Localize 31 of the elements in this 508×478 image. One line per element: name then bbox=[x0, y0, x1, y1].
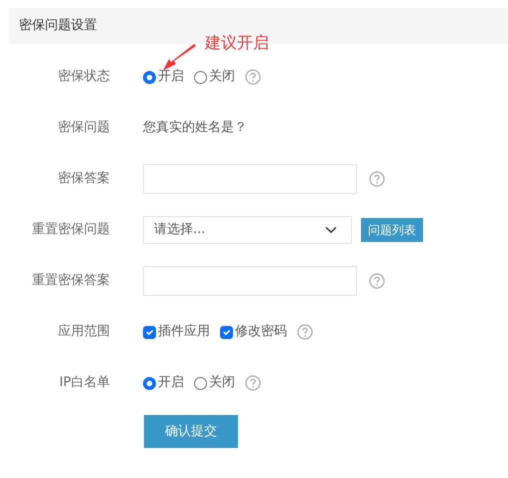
field-label: 重置密保问题 bbox=[31, 221, 110, 240]
field-label: 应用范围 bbox=[57, 323, 110, 342]
help-icon[interactable] bbox=[245, 69, 261, 85]
checkbox[interactable] bbox=[143, 326, 156, 338]
question-text: 您真实的姓名是？ bbox=[143, 119, 247, 138]
annotation-arrow bbox=[162, 44, 196, 71]
help-icon[interactable] bbox=[369, 171, 385, 187]
field-label: 密保答案 bbox=[57, 170, 110, 188]
radio-button[interactable] bbox=[194, 70, 207, 84]
section-title: 密保问题设置 bbox=[19, 17, 97, 36]
annotation-text: 建议开启 bbox=[205, 32, 269, 54]
question-select[interactable]: 请选择... bbox=[143, 216, 352, 244]
option-label[interactable]: 修改密码 bbox=[235, 322, 287, 342]
field-label: 密保问题 bbox=[57, 119, 110, 138]
option-label[interactable]: 插件应用 bbox=[158, 322, 210, 342]
help-icon[interactable] bbox=[369, 273, 385, 289]
radio-button[interactable] bbox=[143, 70, 156, 84]
field-label: IP白名单 bbox=[58, 374, 110, 392]
option-label[interactable]: 关闭 bbox=[209, 67, 235, 87]
field-label: 密保状态 bbox=[57, 68, 110, 86]
option-label[interactable]: 关闭 bbox=[209, 373, 235, 393]
field-label: 重置密保答案 bbox=[31, 272, 110, 290]
radio-button[interactable] bbox=[143, 376, 156, 390]
help-icon[interactable] bbox=[245, 375, 261, 391]
radio-button[interactable] bbox=[194, 376, 207, 390]
option-label[interactable]: 开启 bbox=[158, 67, 184, 87]
checkbox[interactable] bbox=[220, 326, 233, 338]
help-icon[interactable] bbox=[297, 324, 313, 340]
answer-field[interactable] bbox=[143, 266, 357, 296]
option-label[interactable]: 开启 bbox=[158, 373, 184, 393]
answer-field[interactable] bbox=[143, 164, 357, 194]
